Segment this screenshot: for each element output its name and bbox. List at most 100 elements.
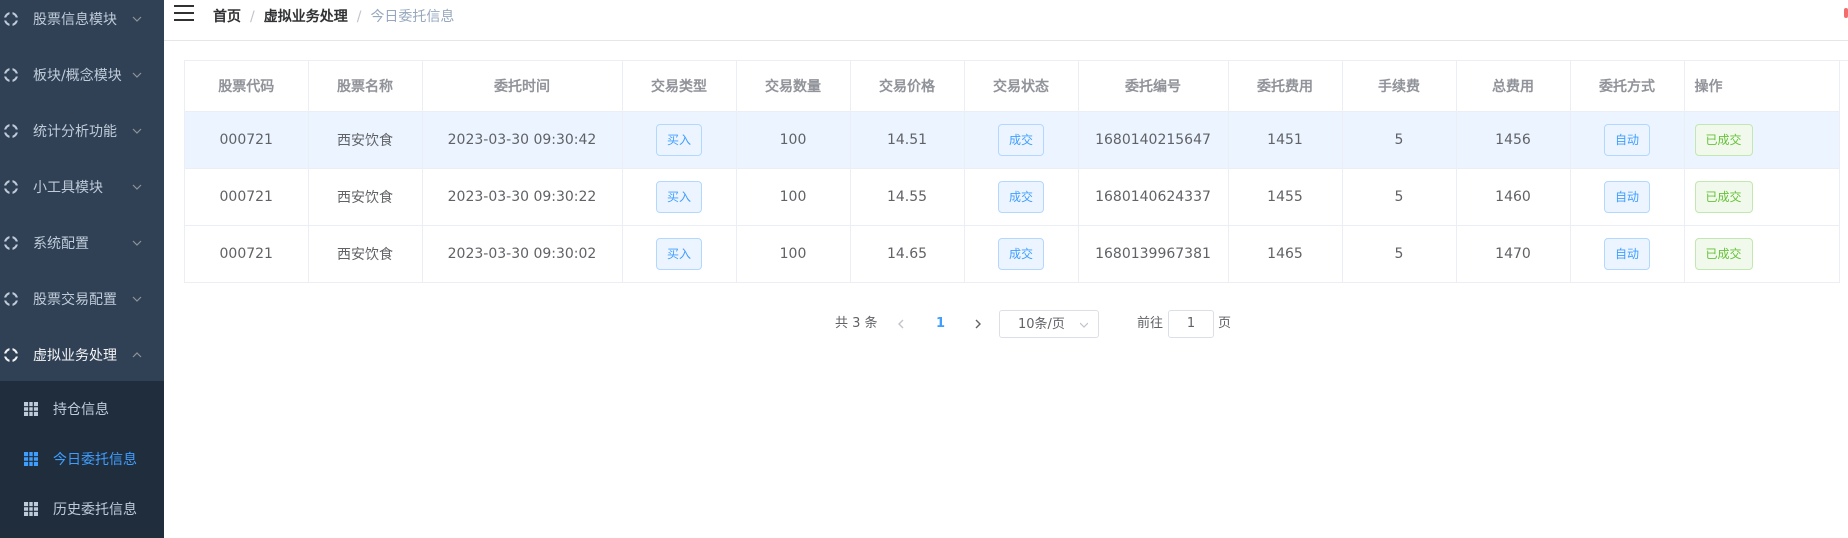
cell-type: 买入 (622, 225, 737, 283)
breadcrumb-separator: / (250, 9, 255, 25)
page-number-1[interactable]: 1 (936, 310, 945, 338)
cell-time: 2023-03-30 09:30:22 (422, 168, 623, 226)
cell-order-no: 1680140215647 (1078, 111, 1229, 169)
cell-name: 西安饮食 (308, 111, 423, 169)
cell-order-fee: 1451 (1228, 111, 1343, 169)
navbar: 首页 / 虚拟业务处理 / 今日委托信息 (164, 0, 1848, 41)
menu-label: 虚拟业务处理 (33, 348, 117, 364)
column-header: 交易价格 (850, 61, 965, 112)
submenu-item-history-orders[interactable]: 历史委托信息 (0, 484, 164, 534)
method-tag: 自动 (1603, 123, 1650, 156)
table-row[interactable]: 000721 西安饮食 2023-03-30 09:30:22 买入 100 1… (185, 168, 1840, 226)
cell-action: 已成交 (1684, 168, 1840, 226)
chevron-left-icon (898, 319, 904, 329)
trade-type-tag: 买入 (655, 123, 702, 156)
cell-commission: 5 (1342, 225, 1457, 283)
column-header: 交易类型 (622, 61, 737, 112)
menu-label: 小工具模块 (33, 180, 103, 196)
cell-order-fee: 1455 (1228, 168, 1343, 226)
menu-tools[interactable]: 小工具模块 (0, 159, 164, 215)
column-header: 委托时间 (422, 61, 623, 112)
breadcrumb-virtual-business[interactable]: 虚拟业务处理 (264, 9, 348, 25)
cell-qty: 100 (736, 168, 851, 226)
cell-commission: 5 (1342, 111, 1457, 169)
submenu-virtual-business: 持仓信息 今日委托信息 历史委托信息 (0, 381, 164, 538)
cell-name: 西安饮食 (308, 225, 423, 283)
breadcrumb-separator: / (356, 9, 362, 25)
cell-total: 1460 (1456, 168, 1571, 226)
cell-code: 000721 (185, 225, 309, 283)
prev-page-button[interactable] (896, 310, 906, 338)
orders-table: 股票代码 股票名称 委托时间 交易类型 交易数量 交易价格 交易状态 委托编号 … (184, 60, 1848, 283)
submenu-item-today-orders[interactable]: 今日委托信息 (0, 434, 164, 484)
submenu-item-label: 持仓信息 (53, 402, 109, 418)
chevron-up-icon (132, 352, 142, 358)
chevron-down-icon (132, 184, 142, 190)
menu-system-config[interactable]: 系统配置 (0, 215, 164, 271)
column-header: 委托费用 (1228, 61, 1343, 112)
cell-price: 14.51 (850, 111, 965, 169)
column-header: 交易状态 (964, 61, 1079, 112)
cell-order-no: 1680139967381 (1078, 225, 1229, 283)
cell-order-fee: 1465 (1228, 225, 1343, 283)
column-header: 操作 (1684, 61, 1840, 112)
menu-statistics[interactable]: 统计分析功能 (0, 103, 164, 159)
menu-label: 统计分析功能 (33, 124, 117, 140)
cell-status: 成交 (964, 225, 1079, 283)
cell-total: 1470 (1456, 225, 1571, 283)
page-size-select[interactable]: 10条/页 (999, 310, 1099, 338)
cell-price: 14.55 (850, 168, 965, 226)
chevron-down-icon (132, 72, 142, 78)
cell-method: 自动 (1570, 225, 1685, 283)
hamburger-icon[interactable] (174, 5, 194, 23)
status-dot (1844, 8, 1848, 18)
status-tag: 成交 (997, 237, 1044, 270)
breadcrumb-current: 今日委托信息 (370, 9, 455, 25)
menu-virtual-business[interactable]: 虚拟业务处理 (0, 327, 164, 383)
cell-time: 2023-03-30 09:30:42 (422, 111, 623, 169)
menu-label: 股票交易配置 (33, 292, 117, 308)
menu-trade-config[interactable]: 股票交易配置 (0, 271, 164, 327)
menu-sector-concept[interactable]: 板块/概念模块 (0, 47, 164, 103)
cell-time: 2023-03-30 09:30:02 (422, 225, 623, 283)
menu-label: 板块/概念模块 (33, 68, 122, 84)
cell-action: 已成交 (1684, 111, 1840, 169)
breadcrumb-home[interactable]: 首页 (213, 9, 241, 25)
chevron-down-icon (1080, 322, 1088, 328)
submenu-item-label: 今日委托信息 (53, 452, 137, 468)
status-tag: 成交 (997, 180, 1044, 213)
module-icon (4, 12, 18, 26)
module-icon (4, 180, 18, 194)
sidebar: 股票信息模块 板块/概念模块 统计分析功能 小工具模块 系统配置 股票交易配置 … (0, 0, 164, 538)
chevron-right-icon (975, 319, 981, 329)
cell-type: 买入 (622, 111, 737, 169)
chevron-down-icon (132, 128, 142, 134)
column-header: 股票名称 (308, 61, 423, 112)
submenu-item-positions[interactable]: 持仓信息 (0, 384, 164, 434)
module-icon (4, 292, 18, 306)
column-header: 交易数量 (736, 61, 851, 112)
cell-order-no: 1680140624337 (1078, 168, 1229, 226)
page-size-value: 10条/页 (1018, 317, 1065, 332)
module-icon (4, 348, 18, 362)
menu-label: 系统配置 (33, 236, 89, 252)
chevron-down-icon (132, 16, 142, 22)
cell-qty: 100 (736, 111, 851, 169)
action-tag: 已成交 (1694, 237, 1753, 270)
table-row[interactable]: 000721 西安饮食 2023-03-30 09:30:02 买入 100 1… (185, 225, 1840, 283)
cell-name: 西安饮食 (308, 168, 423, 226)
column-header: 股票代码 (185, 61, 309, 112)
cell-action: 已成交 (1684, 225, 1840, 283)
table-row[interactable]: 000721 西安饮食 2023-03-30 09:30:42 买入 100 1… (185, 111, 1840, 169)
method-tag: 自动 (1603, 180, 1650, 213)
cell-qty: 100 (736, 225, 851, 283)
module-icon (4, 236, 18, 250)
menu-stock-info[interactable]: 股票信息模块 (0, 0, 164, 47)
goto-suffix: 页 (1218, 316, 1232, 331)
next-page-button[interactable] (973, 310, 983, 338)
cell-type: 买入 (622, 168, 737, 226)
status-tag: 成交 (997, 123, 1044, 156)
goto-page-input[interactable] (1168, 310, 1214, 338)
cell-method: 自动 (1570, 111, 1685, 169)
method-tag: 自动 (1603, 237, 1650, 270)
